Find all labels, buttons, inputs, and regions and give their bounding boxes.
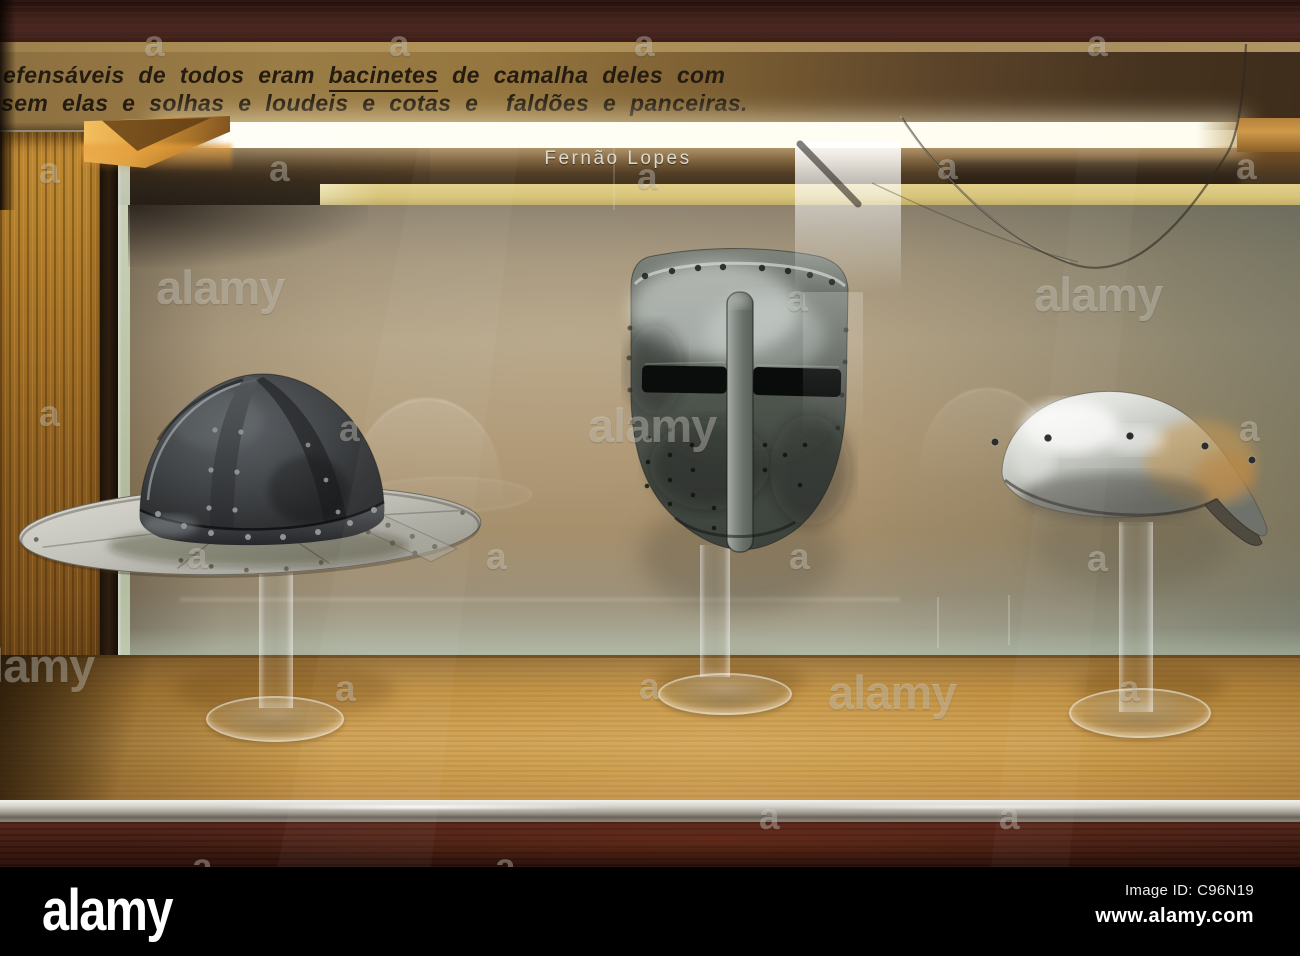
alamy-footer-bar: alamy Image ID: C96N19 www.alamy.com: [0, 867, 1300, 956]
left-corner-shadow: [128, 205, 368, 267]
plaque-line1-pre: efensáveis de todos eram: [3, 62, 329, 88]
plaque-line-2: sem elas e solhas e loudeis e cotas e fa…: [1, 90, 748, 116]
attribution-fernao-lopes: Fernão Lopes: [544, 148, 692, 169]
quote-plaque: efensáveis de todos eram bacinetes de ca…: [0, 42, 1300, 130]
left-frame-shadow: [0, 0, 16, 210]
fluorescent-light-strip: [160, 122, 1240, 148]
light-amber-glow: [80, 144, 232, 170]
plaque-line1-post: de camalha deles com: [438, 62, 726, 88]
alamy-logo: alamy: [42, 877, 173, 943]
acrylic-stand-base: [206, 696, 344, 742]
light-strip-end-block: [1237, 118, 1300, 152]
footer-info: Image ID: C96N19 www.alamy.com: [1095, 882, 1254, 928]
helm-center-ridge: [726, 291, 754, 553]
kettle-hat-helmet: [18, 373, 482, 578]
museum-display-case-photo: efensáveis de todos eram bacinetes de ca…: [0, 0, 1300, 956]
floor-corner-shadow: [0, 655, 160, 802]
alamy-url-text: www.alamy.com: [1095, 905, 1254, 927]
eye-slit-left: [641, 365, 728, 394]
case-interior-top-stripe: [320, 184, 1300, 205]
skull-cap-helmet: [990, 390, 1268, 546]
eye-slit-right: [752, 366, 842, 398]
acrylic-stand-base: [1069, 688, 1211, 738]
great-helm-helmet: [626, 248, 850, 553]
plaque-line-1: efensáveis de todos eram bacinetes de ca…: [3, 62, 726, 92]
top-wood-frame: [0, 0, 1300, 44]
shelf-metal-edge: [0, 800, 1300, 823]
front-wood-frame: [0, 822, 1300, 868]
plaque-word-bacinetes: bacinetes: [328, 62, 439, 92]
image-id-text: Image ID: C96N19: [1124, 882, 1254, 899]
